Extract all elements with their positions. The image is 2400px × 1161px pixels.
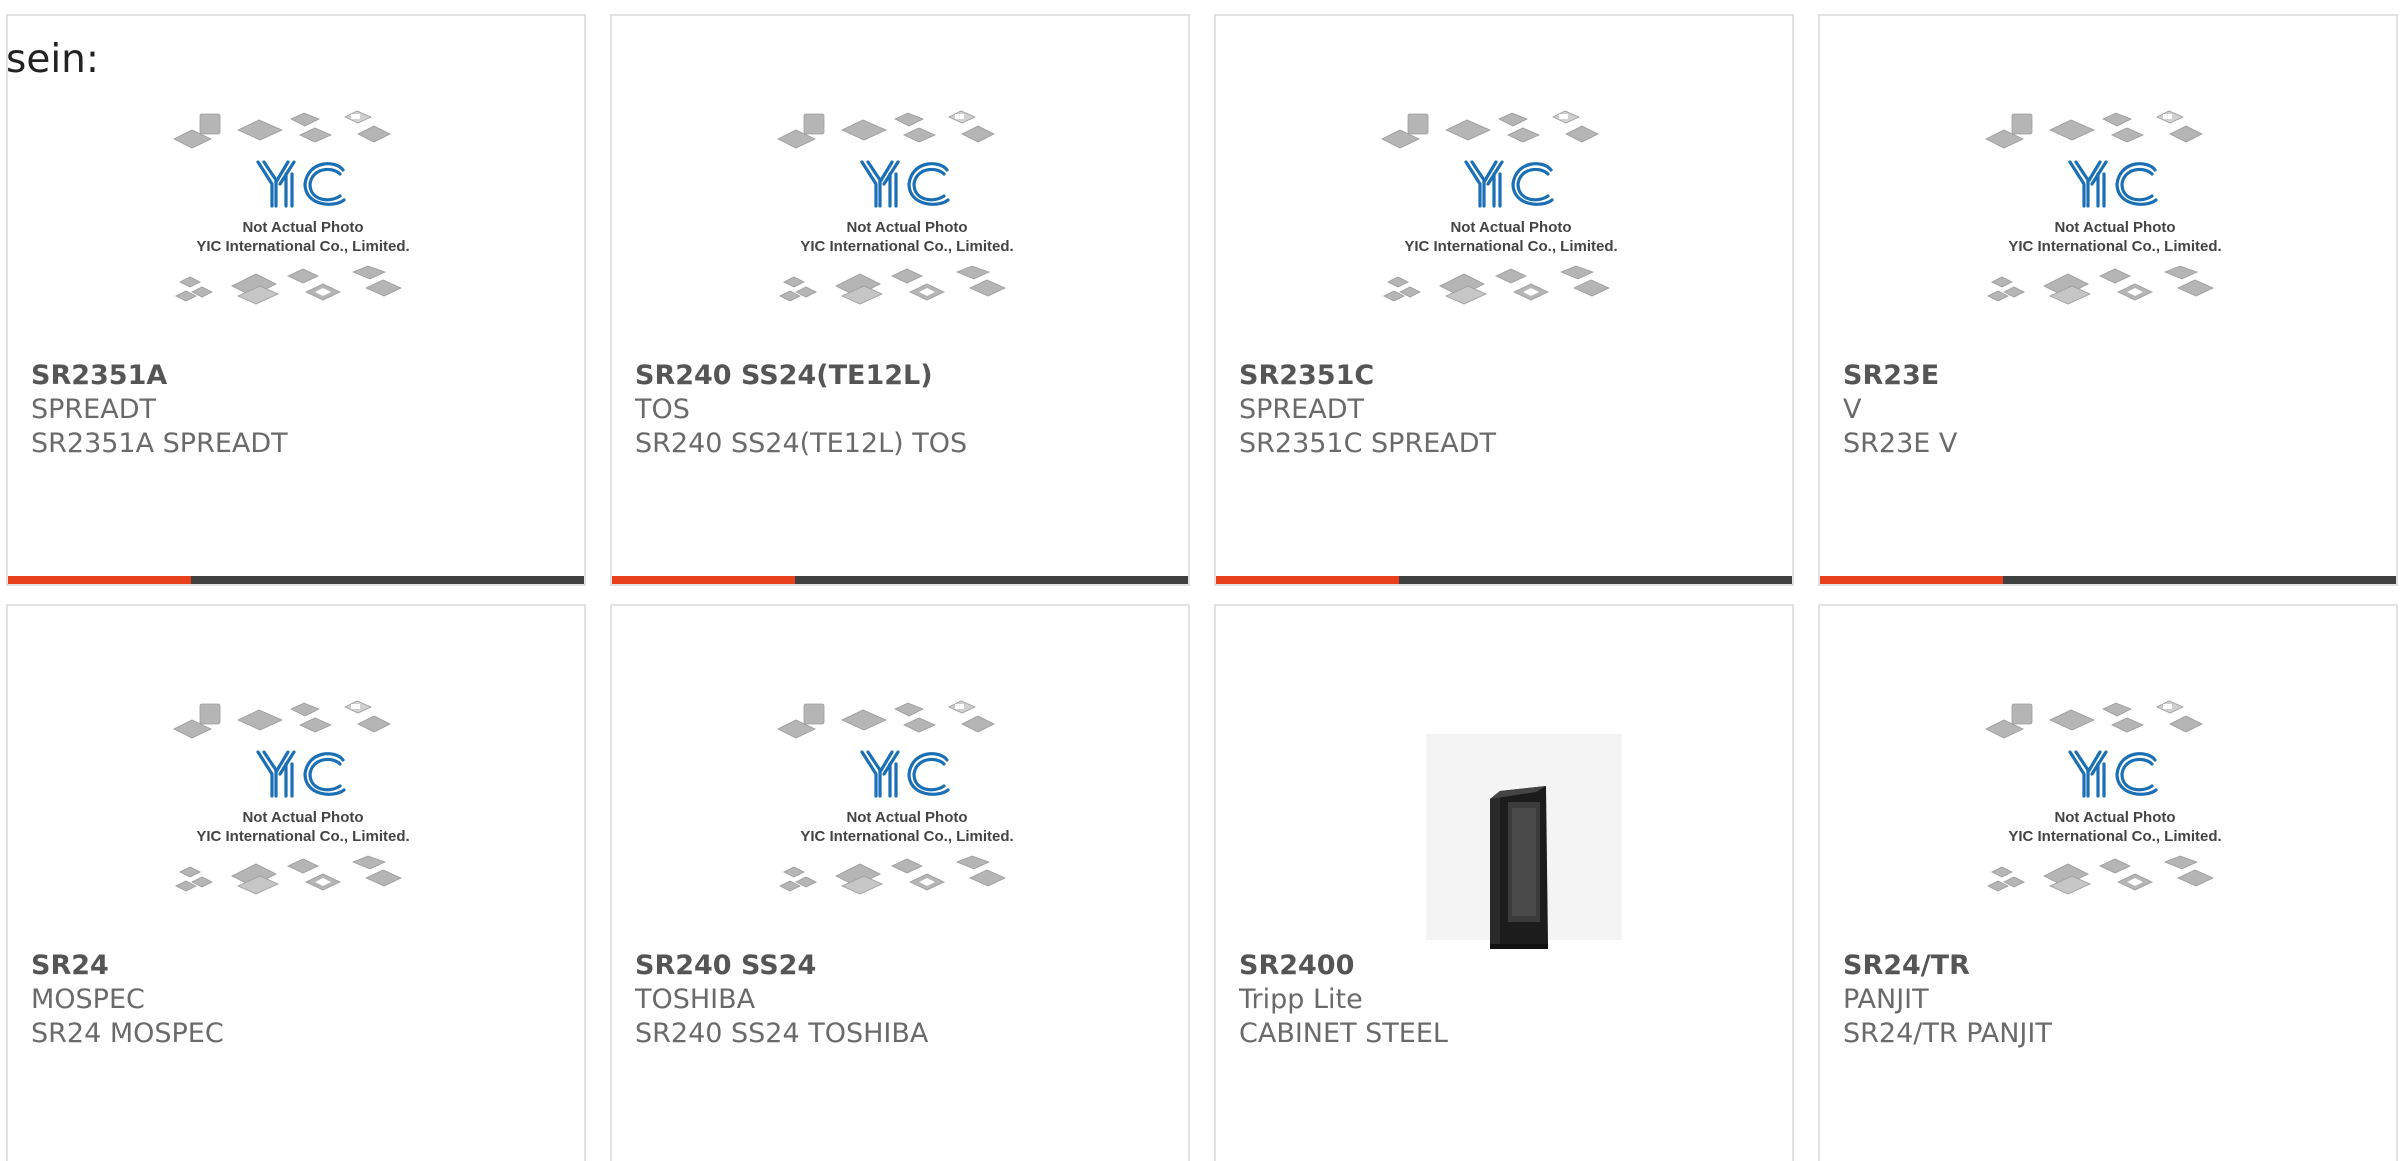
server-cabinet-photo-icon — [1426, 734, 1622, 952]
product-image[interactable]: Not Actual Photo YIC International Co., … — [168, 694, 438, 949]
product-part-number[interactable]: SR24 — [31, 949, 109, 983]
product-manufacturer: Tripp Lite — [1239, 984, 1363, 1015]
product-image[interactable]: Not Actual Photo YIC International Co., … — [168, 104, 438, 359]
product-part-number[interactable]: SR240 SS24 — [635, 949, 816, 983]
product-image[interactable]: Not Actual Photo YIC International Co., … — [1376, 104, 1646, 359]
card-bottom-bar — [1820, 576, 2396, 584]
product-grid: Not Actual Photo YIC International Co., … — [6, 14, 2398, 1161]
product-manufacturer: TOS — [635, 394, 690, 425]
product-description: SR24 MOSPEC — [31, 1018, 224, 1049]
product-description: SR240 SS24 TOSHIBA — [635, 1018, 929, 1049]
not-actual-photo-placeholder-icon: Not Actual Photo YIC International Co., … — [1381, 110, 1618, 305]
product-manufacturer: V — [1843, 394, 1862, 425]
card-bottom-bar-accent — [8, 576, 191, 584]
product-description: CABINET STEEL — [1239, 1018, 1448, 1049]
product-description: SR23E V — [1843, 428, 1958, 459]
product-description: SR240 SS24(TE12L) TOS — [635, 428, 968, 459]
product-part-number[interactable]: SR2351A — [31, 359, 167, 393]
product-part-number[interactable]: SR2351C — [1239, 359, 1374, 393]
product-card[interactable]: Not Actual Photo YIC International Co., … — [6, 14, 586, 586]
svg-text:YIC International Co., Limited: YIC International Co., Limited. — [196, 238, 409, 255]
product-part-number[interactable]: SR23E — [1843, 359, 1939, 393]
product-manufacturer: MOSPEC — [31, 984, 145, 1015]
svg-text:Not Actual Photo: Not Actual Photo — [2054, 219, 2175, 236]
card-bottom-bar-accent — [1216, 576, 1399, 584]
card-bottom-bar — [8, 576, 584, 584]
product-part-number[interactable]: SR240 SS24(TE12L) — [635, 359, 933, 393]
card-bottom-bar — [1216, 576, 1792, 584]
card-bottom-bar-accent — [1820, 576, 2003, 584]
product-description: SR2351C SPREADT — [1239, 428, 1497, 459]
product-manufacturer: TOSHIBA — [635, 984, 756, 1015]
svg-text:Not Actual Photo: Not Actual Photo — [242, 219, 363, 236]
product-image[interactable]: Not Actual Photo YIC International Co., … — [772, 694, 1042, 949]
product-results-page: sein: Not Actual Photo YIC International… — [0, 0, 2400, 1161]
svg-text:Not Actual Photo: Not Actual Photo — [1450, 219, 1571, 236]
product-manufacturer: PANJIT — [1843, 984, 1929, 1015]
not-actual-photo-placeholder-icon: Not Actual Photo YIC International Co., … — [777, 110, 1014, 305]
product-image[interactable] — [1376, 694, 1646, 952]
not-actual-photo-placeholder-icon: Not Actual Photo YIC International Co., … — [1985, 110, 2222, 305]
product-manufacturer: SPREADT — [1239, 394, 1364, 425]
svg-text:Not Actual Photo: Not Actual Photo — [2054, 809, 2175, 826]
svg-text:YIC International Co., Limited: YIC International Co., Limited. — [2008, 238, 2221, 255]
product-part-number[interactable]: SR24/TR — [1843, 949, 1970, 983]
not-actual-photo-placeholder-icon: Not Actual Photo YIC International Co., … — [173, 110, 410, 305]
product-image[interactable]: Not Actual Photo YIC International Co., … — [772, 104, 1042, 359]
product-card[interactable]: SR2400 Tripp Lite CABINET STEEL — [1214, 604, 1794, 1161]
not-actual-photo-placeholder-icon: Not Actual Photo YIC International Co., … — [173, 700, 410, 895]
product-card[interactable]: Not Actual Photo YIC International Co., … — [1214, 14, 1794, 586]
product-image[interactable]: Not Actual Photo YIC International Co., … — [1980, 104, 2250, 359]
text-fragment: sein: — [6, 37, 100, 82]
svg-text:YIC International Co., Limited: YIC International Co., Limited. — [1404, 238, 1617, 255]
product-description: SR2351A SPREADT — [31, 428, 288, 459]
product-card[interactable]: Not Actual Photo YIC International Co., … — [6, 604, 586, 1161]
product-card[interactable]: Not Actual Photo YIC International Co., … — [1818, 14, 2398, 586]
card-bottom-bar — [612, 576, 1188, 584]
not-actual-photo-placeholder-icon: Not Actual Photo YIC International Co., … — [1985, 700, 2222, 895]
product-card[interactable]: Not Actual Photo YIC International Co., … — [1818, 604, 2398, 1161]
card-bottom-bar-accent — [612, 576, 795, 584]
product-card[interactable]: Not Actual Photo YIC International Co., … — [610, 14, 1190, 586]
svg-text:Not Actual Photo: Not Actual Photo — [242, 809, 363, 826]
product-part-number[interactable]: SR2400 — [1239, 949, 1354, 983]
svg-text:YIC International Co., Limited: YIC International Co., Limited. — [2008, 828, 2221, 845]
svg-text:Not Actual Photo: Not Actual Photo — [846, 219, 967, 236]
product-image[interactable]: Not Actual Photo YIC International Co., … — [1980, 694, 2250, 949]
not-actual-photo-placeholder-icon: Not Actual Photo YIC International Co., … — [777, 700, 1014, 895]
product-card[interactable]: Not Actual Photo YIC International Co., … — [610, 604, 1190, 1161]
product-description: SR24/TR PANJIT — [1843, 1018, 2052, 1049]
svg-text:YIC International Co., Limited: YIC International Co., Limited. — [800, 828, 1013, 845]
product-manufacturer: SPREADT — [31, 394, 156, 425]
svg-text:YIC International Co., Limited: YIC International Co., Limited. — [800, 238, 1013, 255]
svg-text:Not Actual Photo: Not Actual Photo — [846, 809, 967, 826]
svg-text:YIC International Co., Limited: YIC International Co., Limited. — [196, 828, 409, 845]
